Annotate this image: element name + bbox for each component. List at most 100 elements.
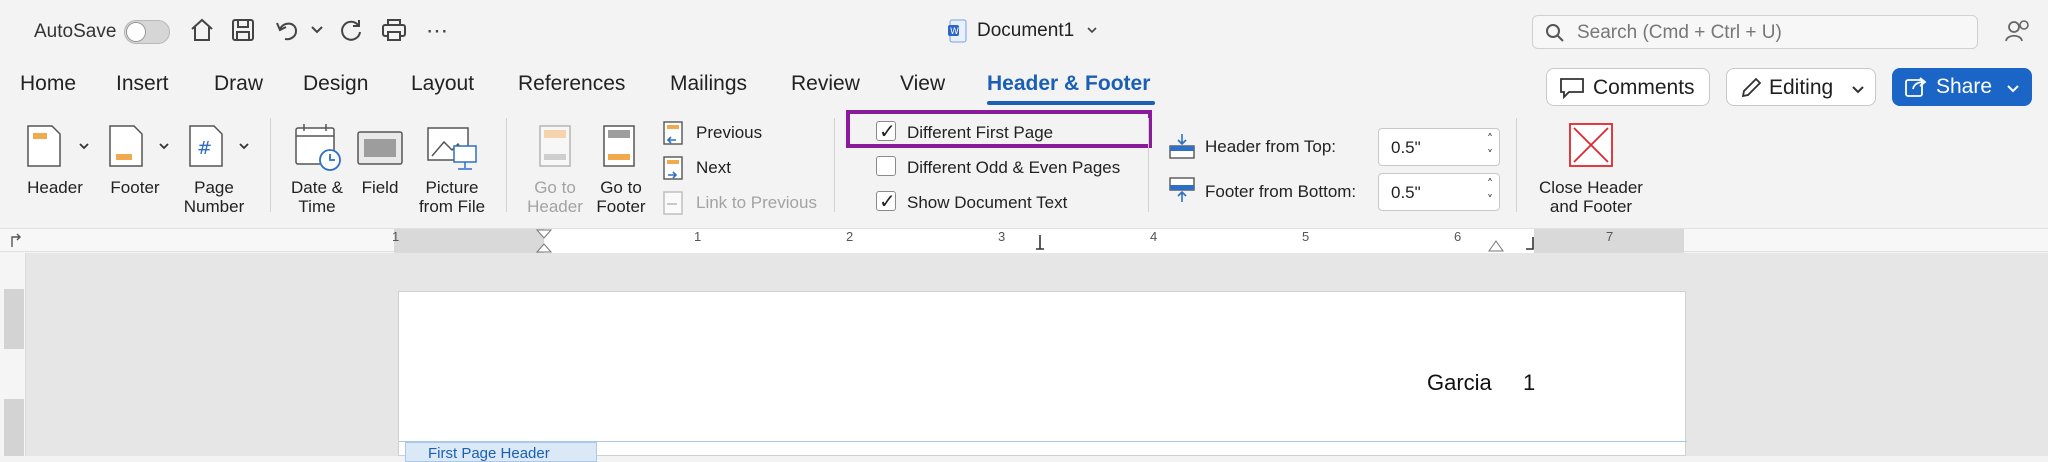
share-icon bbox=[1905, 77, 1927, 97]
tab-home[interactable]: Home bbox=[20, 72, 76, 96]
close-header-footer-button[interactable] bbox=[1568, 122, 1614, 168]
pencil-icon bbox=[1741, 77, 1762, 98]
calendar-clock-icon bbox=[295, 124, 341, 171]
search-placeholder: Search (Cmd + Ctrl + U) bbox=[1577, 22, 1782, 43]
footer-gallery-button[interactable] bbox=[108, 124, 144, 168]
right-tab-stop-icon[interactable] bbox=[1524, 235, 1536, 251]
show-document-text-checkbox[interactable] bbox=[876, 189, 896, 213]
right-indent-marker-icon[interactable] bbox=[1488, 238, 1504, 252]
tab-layout[interactable]: Layout bbox=[411, 72, 474, 96]
tab-view[interactable]: View bbox=[900, 72, 945, 96]
tab-references[interactable]: References bbox=[518, 72, 625, 96]
header-label: Header bbox=[27, 178, 83, 197]
comments-label: Comments bbox=[1593, 76, 1695, 99]
footer-label: Footer bbox=[110, 178, 160, 197]
different-first-page-checkbox[interactable] bbox=[876, 119, 896, 143]
account-icon[interactable] bbox=[2004, 18, 2030, 44]
tab-selector-icon[interactable] bbox=[8, 233, 24, 249]
different-first-page-label: Different First Page bbox=[907, 123, 1054, 142]
go-to-header-label-line1: Go to bbox=[534, 178, 576, 197]
different-odd-even-checkbox[interactable] bbox=[876, 156, 896, 176]
more-options-icon[interactable]: ⋯ bbox=[426, 18, 448, 44]
go-to-footer-label-line1: Go to bbox=[600, 178, 642, 197]
save-icon[interactable] bbox=[230, 17, 256, 43]
field-button[interactable] bbox=[356, 130, 404, 166]
date-time-label-line2: Time bbox=[298, 197, 336, 216]
previous-label: Previous bbox=[696, 123, 763, 142]
spinner-arrows-icon[interactable]: ˄ ˅ bbox=[1487, 131, 1493, 163]
different-odd-even-label: Different Odd & Even Pages bbox=[907, 158, 1121, 177]
document-page[interactable]: Garcia 1 First Page Header bbox=[398, 291, 1687, 462]
footer-from-bottom-label: Footer from Bottom: bbox=[1205, 182, 1357, 201]
tab-review[interactable]: Review bbox=[791, 72, 860, 96]
share-button[interactable]: Share bbox=[1892, 68, 2032, 106]
home-icon[interactable] bbox=[188, 16, 216, 44]
share-label: Share bbox=[1936, 75, 1993, 98]
field-icon bbox=[357, 131, 403, 165]
tab-header-footer[interactable]: Header & Footer bbox=[987, 72, 1150, 96]
close-label-line2: and Footer bbox=[1549, 197, 1633, 216]
link-to-previous-icon bbox=[663, 191, 683, 215]
autosave-toggle[interactable] bbox=[124, 20, 170, 44]
indent-marker-icon[interactable] bbox=[534, 229, 554, 253]
link-to-previous-label: Link to Previous bbox=[696, 193, 817, 212]
header-gallery-button[interactable] bbox=[26, 124, 62, 168]
ruler-number: 6 bbox=[1454, 229, 1462, 244]
ruler-number: 3 bbox=[998, 229, 1006, 244]
ribbon-separator bbox=[834, 118, 835, 212]
document-title[interactable]: Document1 bbox=[977, 20, 1074, 42]
editing-chevron-down-icon bbox=[1852, 86, 1864, 94]
print-icon[interactable] bbox=[380, 17, 408, 43]
tab-insert[interactable]: Insert bbox=[116, 72, 169, 96]
header-name-text[interactable]: Garcia bbox=[1427, 370, 1492, 396]
ruler-left-margin bbox=[394, 229, 544, 253]
vertical-ruler[interactable] bbox=[0, 253, 26, 456]
page-number-button[interactable]: # bbox=[188, 124, 224, 168]
svg-text:#: # bbox=[197, 138, 212, 159]
picture-icon bbox=[427, 127, 477, 170]
header-icon bbox=[27, 125, 61, 167]
svg-text:W: W bbox=[950, 27, 959, 37]
spinner-arrows-icon[interactable]: ˄ ˅ bbox=[1487, 176, 1493, 208]
header-from-top-spinner[interactable]: 0.5" ˄ ˅ bbox=[1378, 128, 1500, 166]
redo-icon[interactable] bbox=[338, 17, 364, 43]
ribbon-separator bbox=[1148, 118, 1149, 212]
go-to-footer-label-line2: Footer bbox=[596, 197, 646, 216]
title-bar: AutoSave ⋯ W Document1 Search (Cmd + Ctr… bbox=[0, 0, 2048, 62]
footer-from-bottom-spinner[interactable]: 0.5" ˄ ˅ bbox=[1378, 173, 1500, 211]
header-chevron-down-icon[interactable] bbox=[78, 140, 90, 152]
close-label-line1: Close Header bbox=[1539, 178, 1643, 197]
previous-icon bbox=[663, 121, 683, 145]
first-page-header-tag: First Page Header bbox=[405, 442, 597, 462]
page-number-chevron-down-icon[interactable] bbox=[238, 140, 250, 152]
undo-dropdown-chevron-icon[interactable] bbox=[310, 22, 324, 36]
go-to-footer-button[interactable] bbox=[602, 124, 636, 168]
comment-icon bbox=[1560, 78, 1584, 99]
ruler-number: 1 bbox=[392, 229, 400, 244]
tab-design[interactable]: Design bbox=[303, 72, 368, 96]
picture-from-file-button[interactable] bbox=[426, 124, 478, 172]
title-chevron-down-icon[interactable] bbox=[1086, 24, 1098, 36]
ruler-number: 7 bbox=[1606, 229, 1614, 244]
page-number-label-line2: Number bbox=[183, 197, 245, 216]
editing-mode-button[interactable]: Editing bbox=[1726, 68, 1876, 106]
center-tab-stop-icon[interactable] bbox=[1034, 233, 1046, 251]
header-from-top-value: 0.5" bbox=[1391, 138, 1421, 157]
go-to-header-button[interactable] bbox=[538, 124, 572, 168]
footer-icon bbox=[109, 125, 143, 167]
active-tab-indicator bbox=[987, 101, 1155, 105]
tab-mailings[interactable]: Mailings bbox=[670, 72, 747, 96]
comments-button[interactable]: Comments bbox=[1546, 68, 1710, 106]
header-page-number[interactable]: 1 bbox=[1523, 370, 1535, 396]
date-time-button[interactable] bbox=[294, 122, 342, 172]
header-from-top-icon bbox=[1169, 134, 1195, 159]
tab-draw[interactable]: Draw bbox=[214, 72, 263, 96]
search-input[interactable]: Search (Cmd + Ctrl + U) bbox=[1532, 15, 1978, 49]
horizontal-ruler[interactable]: 1 1 2 3 4 5 6 7 bbox=[0, 228, 2048, 253]
page-number-icon: # bbox=[189, 125, 223, 167]
ruler-number: 1 bbox=[694, 229, 702, 244]
footer-chevron-down-icon[interactable] bbox=[158, 140, 170, 152]
go-to-footer-icon bbox=[603, 125, 635, 167]
undo-icon[interactable] bbox=[274, 17, 300, 43]
ribbon-separator bbox=[506, 118, 507, 212]
